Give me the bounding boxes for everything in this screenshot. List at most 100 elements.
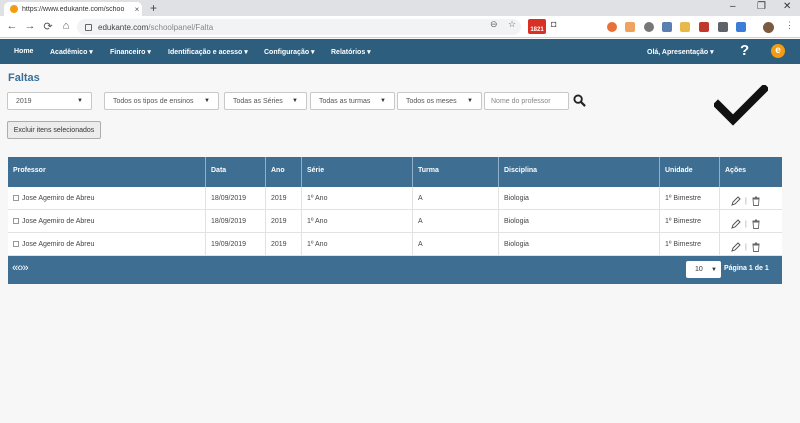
app-navbar: Home Acadêmico ▾ Financeiro ▾ Identifica… <box>0 39 800 64</box>
months-select[interactable]: Todos os meses ▼ <box>397 92 482 110</box>
chevron-down-icon: ▼ <box>711 266 717 273</box>
pagination-controls[interactable]: «‹›» <box>12 262 29 274</box>
cell-unidade: 1º Bimestre <box>660 233 720 255</box>
cell-data: 19/09/2019 <box>206 233 266 255</box>
cell-serie: 1º Ano <box>302 233 413 255</box>
browser-toolbar: ← → ⟳ ⌂ edukante.com/schoolpanel/Falta ⊖… <box>0 16 800 38</box>
cell-serie: 1º Ano <box>302 210 413 232</box>
edit-pencil-icon[interactable] <box>731 242 741 252</box>
home-icon[interactable]: ⌂ <box>60 20 72 32</box>
extension-8-icon[interactable] <box>736 22 746 32</box>
classes-select[interactable]: Todas as turmas ▼ <box>310 92 395 110</box>
trash-icon[interactable] <box>751 242 761 252</box>
nav-home[interactable]: Home <box>14 48 33 55</box>
cell-unidade: 1º Bimestre <box>660 210 720 232</box>
new-tab-icon[interactable]: + <box>150 1 157 15</box>
teaching-type-value: Todos os tipos de ensinos <box>113 97 194 105</box>
edukante-logo[interactable]: e <box>771 44 785 58</box>
header-turma[interactable]: Turma <box>413 157 499 187</box>
nav-configuracao[interactable]: Configuração ▾ <box>264 48 315 56</box>
months-value: Todos os meses <box>406 97 457 105</box>
header-unidade[interactable]: Unidade <box>660 157 720 187</box>
cell-disciplina: Biologia <box>499 187 660 209</box>
cell-ano: 2019 <box>266 187 302 209</box>
cell-data: 18/09/2019 <box>206 210 266 232</box>
cell-professor: Jose Agemiro de Abreu <box>22 218 95 225</box>
header-acoes: Ações <box>725 167 747 174</box>
delete-selected-button[interactable]: Excluir itens selecionados <box>7 121 101 139</box>
chevron-down-icon: ▼ <box>467 98 473 104</box>
browser-tab[interactable]: https://www.edukante.com/schoo × <box>4 2 142 16</box>
table-row: Jose Agemiro de Abreu 19/09/2019 2019 1º… <box>8 233 782 256</box>
trash-icon[interactable] <box>751 219 761 229</box>
site-favicon-icon <box>10 5 18 13</box>
nav-identificacao[interactable]: Identificação e acesso ▾ <box>168 48 248 56</box>
table-row: Jose Agemiro de Abreu 18/09/2019 2019 1º… <box>8 210 782 233</box>
table-footer: «‹›» 10 ▼ Página 1 de 1 <box>8 256 782 284</box>
user-menu[interactable]: Olá, Apresentação ▾ <box>647 48 714 56</box>
header-professor[interactable]: Professor <box>8 157 206 187</box>
series-select[interactable]: Todas as Séries ▼ <box>224 92 307 110</box>
extension-7-icon[interactable] <box>718 22 728 32</box>
table-row: Jose Agemiro de Abreu 18/09/2019 2019 1º… <box>8 187 782 210</box>
chevron-down-icon: ▼ <box>77 98 83 104</box>
cell-ano: 2019 <box>266 210 302 232</box>
action-separator: | <box>745 197 747 205</box>
page-size-value: 10 <box>695 266 703 273</box>
bookmark-star-icon[interactable]: ☆ <box>508 19 516 30</box>
action-separator: | <box>745 220 747 228</box>
help-icon[interactable]: ? <box>740 42 749 59</box>
tab-title: https://www.edukante.com/schoo <box>22 5 125 13</box>
minimize-icon[interactable]: – <box>730 1 736 12</box>
extension-2-icon[interactable] <box>625 22 635 32</box>
row-checkbox[interactable] <box>13 241 19 247</box>
url-domain: edukante.com <box>98 22 149 32</box>
edit-pencil-icon[interactable] <box>731 196 741 206</box>
cell-unidade: 1º Bimestre <box>660 187 720 209</box>
extension-1-icon[interactable] <box>607 22 617 32</box>
gmail-badge: 1821 <box>530 27 544 33</box>
maximize-icon[interactable]: ❐ <box>757 1 766 12</box>
extension-4-icon[interactable] <box>662 22 672 32</box>
cell-professor: Jose Agemiro de Abreu <box>22 195 95 202</box>
cell-turma: A <box>413 187 499 209</box>
camera-icon[interactable]: ◘ <box>551 19 556 29</box>
row-checkbox[interactable] <box>13 195 19 201</box>
nav-financeiro[interactable]: Financeiro ▾ <box>110 48 151 56</box>
row-checkbox[interactable] <box>13 218 19 224</box>
header-data[interactable]: Data <box>206 157 266 187</box>
url-path: /schoolpanel/Falta <box>148 22 214 32</box>
professor-name-input[interactable]: Nome do professor <box>484 92 569 110</box>
cell-data: 18/09/2019 <box>206 187 266 209</box>
close-window-icon[interactable]: ✕ <box>783 1 791 12</box>
header-serie[interactable]: Série <box>302 157 413 187</box>
search-icon[interactable] <box>573 94 586 107</box>
gmail-extension-icon[interactable]: 1821 <box>528 19 546 34</box>
edit-pencil-icon[interactable] <box>731 219 741 229</box>
checkmark-icon <box>714 85 768 126</box>
cell-turma: A <box>413 233 499 255</box>
address-bar[interactable]: edukante.com/schoolpanel/Falta <box>77 19 521 35</box>
trash-icon[interactable] <box>751 196 761 206</box>
teaching-type-select[interactable]: Todos os tipos de ensinos ▼ <box>104 92 219 110</box>
table-header: Professor Data Ano Série Turma Disciplin… <box>8 157 782 187</box>
page-size-select[interactable]: 10 ▼ <box>686 261 721 278</box>
extension-3-icon[interactable] <box>644 22 654 32</box>
back-icon[interactable]: ← <box>6 20 18 32</box>
reload-icon[interactable]: ⟳ <box>42 20 54 33</box>
header-ano[interactable]: Ano <box>266 157 302 187</box>
extension-5-icon[interactable] <box>680 22 690 32</box>
chevron-down-icon: ▼ <box>292 98 298 104</box>
chevron-down-icon: ▼ <box>204 98 210 104</box>
cell-turma: A <box>413 210 499 232</box>
zoom-icon[interactable]: ⊖ <box>490 19 498 30</box>
profile-avatar[interactable] <box>763 22 774 33</box>
forward-icon[interactable]: → <box>24 20 36 32</box>
extension-6-icon[interactable] <box>699 22 709 32</box>
menu-kebab-icon[interactable]: ⋮ <box>785 20 794 31</box>
year-select[interactable]: 2019 ▼ <box>7 92 92 110</box>
nav-relatorios[interactable]: Relatórios ▾ <box>331 48 371 56</box>
header-disciplina[interactable]: Disciplina <box>499 157 660 187</box>
nav-academico[interactable]: Acadêmico ▾ <box>50 48 93 56</box>
tab-close-icon[interactable]: × <box>132 5 142 14</box>
